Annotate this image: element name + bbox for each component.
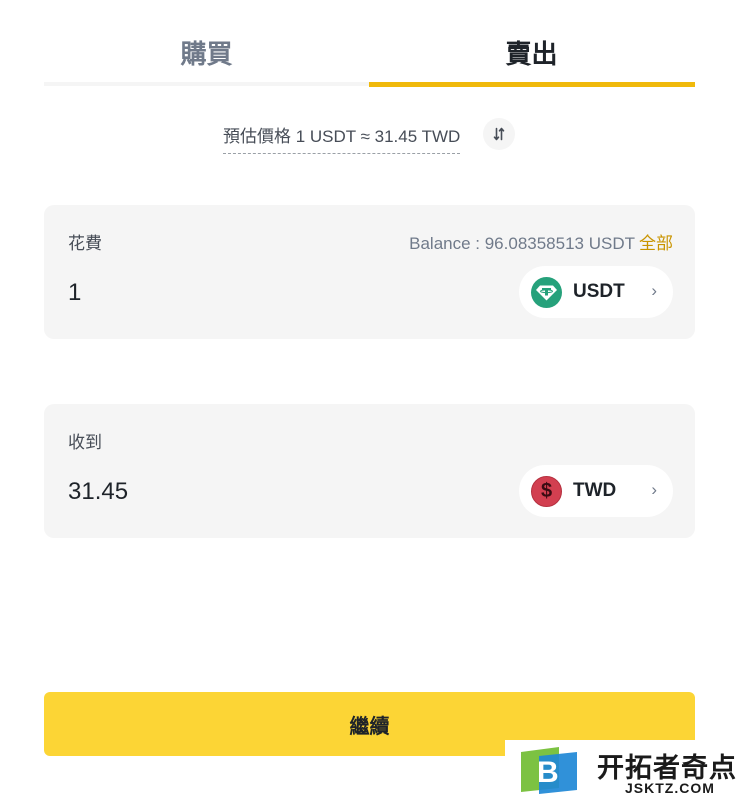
balance-info: Balance : 96.08358513 USDT 全部 [409,229,673,254]
spend-currency-code: USDT [573,281,625,302]
spend-currency-selector[interactable]: USDT › [519,266,673,318]
spend-card: 花費 Balance : 96.08358513 USDT全部 USDT › [44,205,695,339]
tab-buy[interactable]: 購買 [44,0,369,88]
tab-sell-label: 賣出 [505,39,558,69]
swap-button[interactable] [483,118,515,150]
watermark: B 开拓者奇点 JSKTZ.COM [505,740,756,800]
max-button[interactable]: 全部 [639,234,673,253]
swap-arrows-icon [493,127,505,141]
svg-text:B: B [537,756,559,789]
receive-currency-code: TWD [573,480,617,501]
active-tab-indicator [369,82,695,87]
balance-text: Balance : 96.08358513 USDT [409,234,635,253]
price-estimate: 預估價格 1 USDT ≈ 31.45 TWD [0,118,756,154]
watermark-url: JSKTZ.COM [625,780,715,796]
spend-amount-input[interactable] [68,279,368,307]
estimated-price-text[interactable]: 預估價格 1 USDT ≈ 31.45 TWD [223,122,461,154]
trade-tabs: 購買 賣出 [44,0,695,88]
spend-label: 花費 [68,234,102,253]
tab-sell[interactable]: 賣出 [369,0,694,88]
tab-buy-label: 購買 [180,39,233,69]
receive-amount-input[interactable] [68,478,368,506]
receive-currency-selector[interactable]: $ TWD › [519,465,673,517]
receive-label: 收到 [68,433,102,452]
tab-divider [44,82,369,86]
receive-card: 收到 $ TWD › [44,404,695,538]
chevron-right-icon: › [651,480,657,499]
watermark-logo: B [521,747,577,794]
dollar-icon: $ [531,475,562,507]
chevron-right-icon: › [651,281,657,300]
tether-icon [531,276,562,308]
